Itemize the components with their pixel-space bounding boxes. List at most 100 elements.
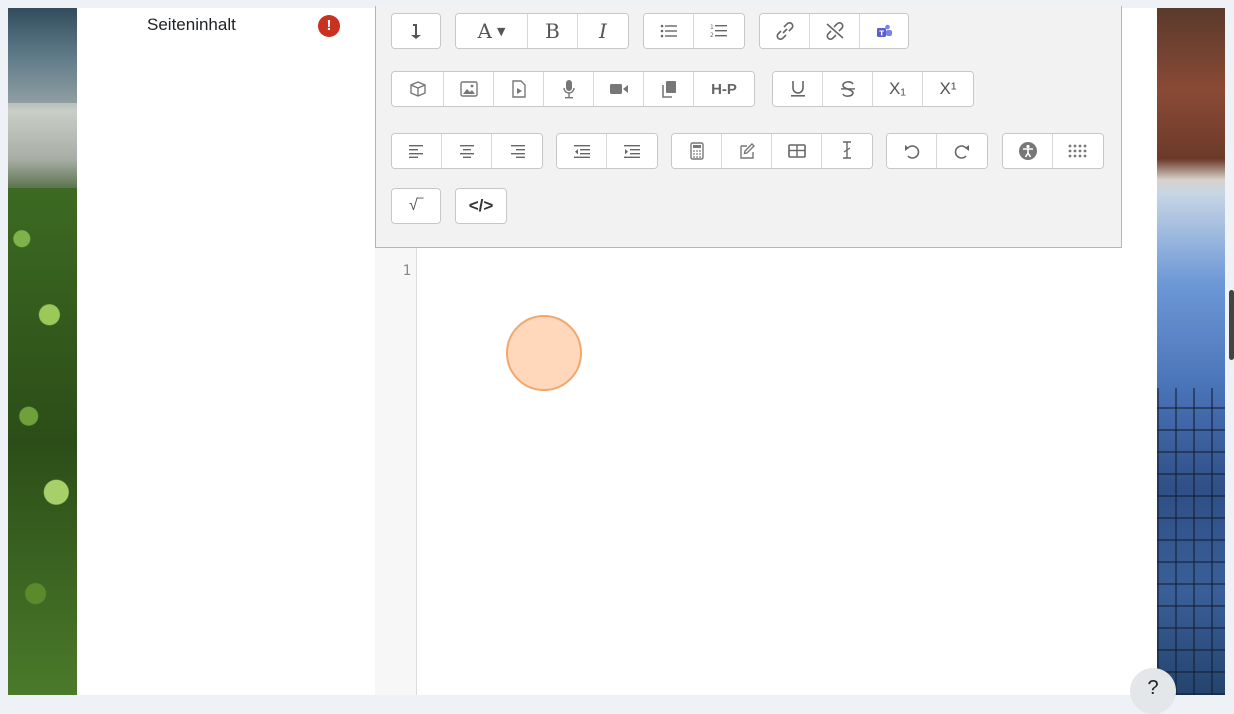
record-video-button[interactable] bbox=[594, 72, 644, 106]
glass-facade bbox=[1157, 388, 1225, 695]
accessibility-checker-icon bbox=[1018, 141, 1038, 161]
toolbar-group-insert bbox=[671, 133, 873, 169]
paragraph-styles-button[interactable]: A ▼ bbox=[456, 14, 528, 48]
outdent-icon bbox=[573, 144, 590, 158]
clear-formatting-button[interactable] bbox=[822, 134, 872, 168]
table-icon bbox=[787, 144, 806, 158]
page-scrollbar[interactable] bbox=[1229, 290, 1234, 360]
wiris-editor-button[interactable] bbox=[722, 134, 772, 168]
manage-files-icon bbox=[660, 80, 678, 98]
strikethrough-icon bbox=[840, 80, 856, 98]
redo-icon bbox=[953, 142, 971, 160]
record-audio-button[interactable] bbox=[544, 72, 594, 106]
subscript-icon: X₁ bbox=[888, 79, 907, 98]
unordered-list-button[interactable] bbox=[644, 14, 694, 48]
editor-toolbar: A ▼ B I 12 T H-P X₁ X¹ √‾ </> bbox=[375, 6, 1122, 248]
tree-photo bbox=[8, 188, 77, 695]
link-icon bbox=[774, 22, 796, 40]
svg-text:2: 2 bbox=[710, 32, 714, 39]
svg-text:1: 1 bbox=[710, 24, 714, 31]
underline-icon bbox=[790, 80, 806, 98]
ordered-list-icon: 12 bbox=[710, 23, 728, 39]
equation-editor-icon bbox=[689, 142, 704, 160]
content-bank-button[interactable] bbox=[392, 72, 444, 106]
teams-meeting-icon: T bbox=[875, 23, 893, 39]
toolbar-group-html: </> bbox=[455, 188, 507, 224]
toolbar-group-collapse bbox=[391, 13, 441, 49]
media-file-button[interactable] bbox=[494, 72, 544, 106]
record-video-icon bbox=[609, 82, 629, 96]
background-photo-right bbox=[1157, 8, 1225, 695]
toolbar-group-math: √‾ bbox=[391, 188, 441, 224]
building-photo bbox=[8, 8, 77, 103]
toolbar-group-accessibility bbox=[1002, 133, 1104, 169]
svg-text:T: T bbox=[879, 30, 884, 38]
record-audio-icon bbox=[562, 79, 576, 99]
toolbar-group-links: T bbox=[759, 13, 909, 49]
superscript-button[interactable]: X¹ bbox=[923, 72, 973, 106]
chevron-down-icon: ▼ bbox=[496, 24, 506, 38]
toolbar-group-history bbox=[886, 133, 988, 169]
line-number-gutter: 1 bbox=[375, 248, 417, 695]
insert-image-icon bbox=[459, 81, 478, 97]
outdent-button[interactable] bbox=[557, 134, 607, 168]
help-button[interactable]: ? bbox=[1130, 668, 1176, 714]
accessibility-checker-button[interactable] bbox=[1003, 134, 1053, 168]
align-center-button[interactable] bbox=[442, 134, 492, 168]
media-file-icon bbox=[511, 80, 526, 98]
subscript-button[interactable]: X₁ bbox=[873, 72, 923, 106]
field-label: Seiteninhalt bbox=[147, 15, 236, 34]
math-editor-button[interactable]: √‾ bbox=[392, 189, 440, 223]
redo-button[interactable] bbox=[937, 134, 987, 168]
align-left-button[interactable] bbox=[392, 134, 442, 168]
insert-image-button[interactable] bbox=[444, 72, 494, 106]
screenreader-helper-icon bbox=[1068, 144, 1088, 158]
paragraph-styles-icon: A bbox=[477, 19, 492, 43]
table-button[interactable] bbox=[772, 134, 822, 168]
toolbar-group-format: A ▼ B I bbox=[455, 13, 629, 49]
clear-formatting-icon bbox=[841, 141, 853, 161]
align-right-button[interactable] bbox=[492, 134, 542, 168]
content-bank-icon bbox=[409, 80, 427, 98]
unordered-list-icon bbox=[660, 24, 678, 38]
underline-button[interactable] bbox=[773, 72, 823, 106]
link-button[interactable] bbox=[760, 14, 810, 48]
toolbar-group-indent bbox=[556, 133, 658, 169]
bold-icon: B bbox=[545, 19, 560, 43]
undo-icon bbox=[903, 142, 921, 160]
italic-icon: I bbox=[599, 19, 607, 43]
click-marker bbox=[506, 315, 582, 391]
indent-button[interactable] bbox=[607, 134, 657, 168]
equation-editor-button[interactable] bbox=[672, 134, 722, 168]
h5p-button[interactable]: H-P bbox=[694, 72, 754, 106]
toolbar-group-text-style: X₁ X¹ bbox=[772, 71, 974, 107]
line-number: 1 bbox=[402, 263, 411, 279]
toolbar-group-media: H-P bbox=[391, 71, 755, 107]
ordered-list-button[interactable]: 12 bbox=[694, 14, 744, 48]
collapse-toolbar-icon bbox=[409, 22, 423, 40]
screenreader-helper-button[interactable] bbox=[1053, 134, 1103, 168]
unlink-icon bbox=[824, 22, 846, 40]
collapse-toolbar-button[interactable] bbox=[392, 14, 440, 48]
toolbar-group-lists: 12 bbox=[643, 13, 745, 49]
math-editor-icon: √‾ bbox=[408, 197, 424, 214]
background-photo-left bbox=[8, 8, 77, 695]
wiris-editor-icon bbox=[738, 142, 756, 160]
toolbar-group-align bbox=[391, 133, 543, 169]
align-center-icon bbox=[459, 144, 475, 158]
exclamation-icon: ! bbox=[318, 15, 340, 37]
undo-button[interactable] bbox=[887, 134, 937, 168]
code-editor[interactable]: 1 bbox=[375, 248, 1157, 695]
align-right-icon bbox=[509, 144, 525, 158]
strikethrough-button[interactable] bbox=[823, 72, 873, 106]
italic-button[interactable]: I bbox=[578, 14, 628, 48]
bold-button[interactable]: B bbox=[528, 14, 578, 48]
unlink-button[interactable] bbox=[810, 14, 860, 48]
superscript-icon: X¹ bbox=[939, 79, 957, 98]
teams-meeting-button[interactable]: T bbox=[860, 14, 908, 48]
html-source-icon: </> bbox=[468, 196, 494, 215]
html-source-button[interactable]: </> bbox=[456, 189, 506, 223]
indent-icon bbox=[624, 144, 640, 158]
manage-files-button[interactable] bbox=[644, 72, 694, 106]
h5p-icon: H-P bbox=[711, 80, 737, 98]
